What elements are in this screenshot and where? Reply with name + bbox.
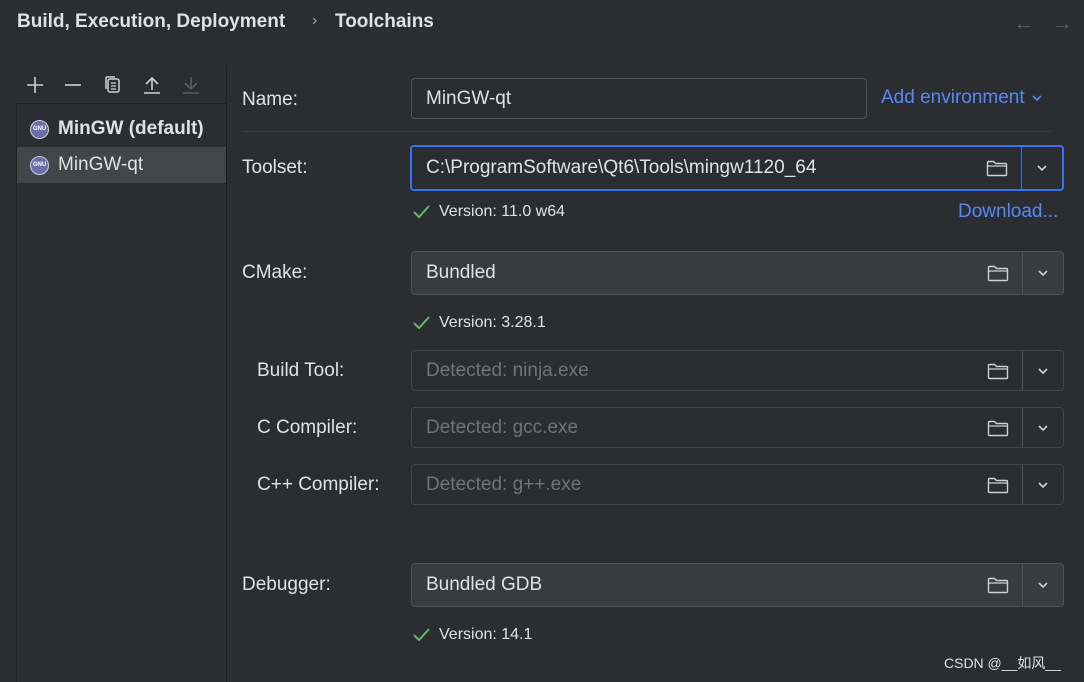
toolchain-label: MinGW-qt	[58, 154, 144, 175]
toolset-version-text: Version: 11.0 w64	[439, 203, 566, 220]
breadcrumb-separator: ›	[312, 12, 318, 29]
toolset-value: C:\ProgramSoftware\Qt6\Tools\mingw1120_6…	[426, 157, 817, 178]
breadcrumb-parent[interactable]: Build, Execution, Deployment	[17, 11, 285, 33]
cmake-value: Bundled	[426, 262, 496, 283]
gnu-icon: GNU	[30, 155, 49, 175]
build-tool-combo[interactable]: Detected: ninja.exe	[411, 350, 1064, 391]
name-value: MinGW-qt	[426, 87, 512, 109]
panel-divider	[226, 66, 227, 681]
chevron-down-icon[interactable]	[1023, 351, 1063, 390]
c-compiler-label: C Compiler:	[257, 417, 358, 438]
cmake-version: Version: 3.28.1	[412, 314, 546, 332]
chevron-down-icon[interactable]	[1023, 408, 1063, 447]
add-environment-label: Add environment	[881, 87, 1025, 108]
back-arrow-icon[interactable]: ←	[1013, 10, 1035, 36]
remove-icon[interactable]	[60, 72, 86, 98]
folder-icon[interactable]	[974, 408, 1022, 447]
cpp-compiler-placeholder: Detected: g++.exe	[426, 473, 582, 495]
toolchain-list: GNU MinGW (default) GNU MinGW-qt	[16, 103, 227, 682]
toolchain-item-mingw-default[interactable]: GNU MinGW (default)	[17, 111, 226, 147]
debugger-combo[interactable]: Bundled GDB	[411, 563, 1064, 607]
debugger-label: Debugger:	[242, 574, 331, 595]
name-field[interactable]: MinGW-qt	[411, 78, 867, 119]
add-environment-link[interactable]: Add environment	[881, 87, 1043, 109]
chevron-down-icon[interactable]	[1022, 147, 1062, 189]
move-up-icon[interactable]	[139, 72, 165, 98]
toolset-version: Version: 11.0 w64	[412, 203, 565, 221]
checkmark-icon	[412, 315, 431, 331]
c-compiler-combo[interactable]: Detected: gcc.exe	[411, 407, 1064, 448]
breadcrumb-current: Toolchains	[335, 11, 434, 32]
download-link[interactable]: Download...	[958, 201, 1058, 223]
debugger-version: Version: 14.1	[412, 626, 532, 644]
folder-icon[interactable]	[974, 252, 1022, 294]
cmake-label: CMake:	[242, 262, 308, 283]
debugger-version-text: Version: 14.1	[439, 626, 533, 643]
cmake-combo[interactable]: Bundled	[411, 251, 1064, 295]
build-tool-placeholder: Detected: ninja.exe	[426, 359, 589, 381]
debugger-value: Bundled GDB	[426, 574, 543, 595]
chevron-down-icon	[1032, 95, 1042, 102]
chevron-down-icon[interactable]	[1023, 465, 1063, 504]
checkmark-icon	[412, 627, 431, 643]
watermark: CSDN @__如风__	[944, 655, 1061, 671]
gnu-icon: GNU	[30, 119, 49, 139]
folder-icon[interactable]	[973, 147, 1021, 189]
name-label: Name:	[242, 89, 298, 110]
folder-icon[interactable]	[974, 351, 1022, 390]
toolchain-label: MinGW (default)	[58, 118, 204, 139]
toolset-combo[interactable]: C:\ProgramSoftware\Qt6\Tools\mingw1120_6…	[410, 145, 1064, 191]
section-separator	[242, 131, 1052, 132]
cpp-compiler-combo[interactable]: Detected: g++.exe	[411, 464, 1064, 505]
folder-icon[interactable]	[974, 465, 1022, 504]
header: Build, Execution, Deployment › Toolchain…	[0, 0, 1084, 48]
folder-icon[interactable]	[974, 564, 1022, 606]
toolchain-item-mingw-qt[interactable]: GNU MinGW-qt	[17, 147, 226, 183]
cpp-compiler-label: C++ Compiler:	[257, 474, 380, 495]
build-tool-label: Build Tool:	[257, 360, 345, 381]
checkmark-icon	[412, 204, 431, 220]
toolchain-toolbar	[20, 70, 220, 100]
toolset-label: Toolset:	[242, 157, 308, 178]
c-compiler-placeholder: Detected: gcc.exe	[426, 416, 579, 438]
forward-arrow-icon[interactable]: →	[1051, 10, 1073, 36]
copy-icon[interactable]	[100, 72, 126, 98]
chevron-down-icon[interactable]	[1023, 252, 1063, 294]
chevron-down-icon[interactable]	[1023, 564, 1063, 606]
add-icon[interactable]	[22, 72, 48, 98]
cmake-version-text: Version: 3.28.1	[439, 314, 546, 331]
move-down-icon[interactable]	[178, 72, 204, 98]
